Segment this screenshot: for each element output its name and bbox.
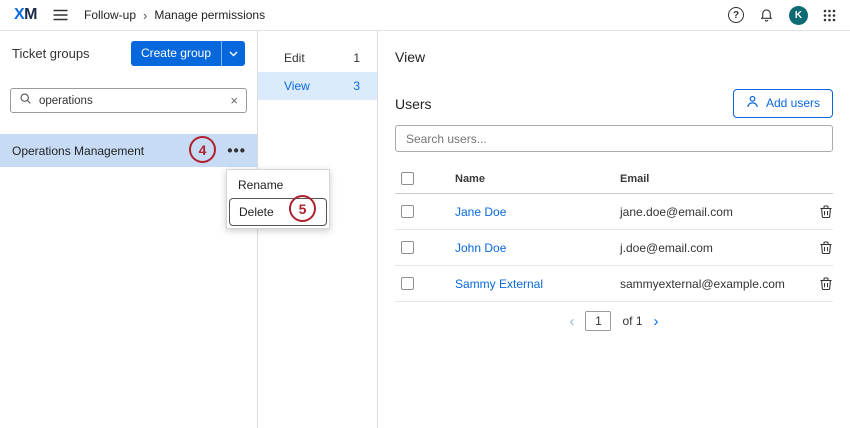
add-user-person-icon [746, 95, 759, 111]
user-email: jane.doe@email.com [620, 204, 733, 219]
group-context-menu: Rename Delete [226, 169, 330, 229]
user-email: j.doe@email.com [620, 240, 713, 255]
trash-icon[interactable] [819, 240, 833, 255]
menu-item-rename[interactable]: Rename [229, 172, 327, 198]
user-name-link[interactable]: John Doe [455, 241, 506, 255]
add-users-label: Add users [765, 96, 820, 110]
top-bar: XM Follow-up › Manage permissions ? K [0, 0, 850, 31]
view-permissions-panel: View Users Add users Name Email [378, 31, 850, 428]
help-icon[interactable]: ? [728, 7, 744, 23]
permission-item-edit[interactable]: Edit 1 [258, 44, 377, 72]
create-group-dropdown-chevron-icon[interactable] [221, 41, 245, 66]
trash-icon[interactable] [819, 204, 833, 219]
email-column-header: Email [620, 172, 650, 185]
page-title: View [395, 49, 426, 65]
row-checkbox[interactable] [401, 241, 414, 254]
app-window: XM Follow-up › Manage permissions ? K Ti… [0, 0, 850, 428]
group-search-input[interactable] [39, 94, 224, 107]
group-more-options-icon[interactable]: ••• [227, 142, 246, 159]
search-icon [19, 92, 32, 110]
users-table: Name Email Jane Doe jane.doe@email.com J… [395, 164, 833, 302]
row-checkbox[interactable] [401, 205, 414, 218]
user-name-link[interactable]: Jane Doe [455, 205, 506, 219]
add-users-button[interactable]: Add users [732, 89, 833, 118]
page-count-label: of 1 [622, 314, 643, 328]
name-column-header: Name [455, 172, 485, 185]
permission-edit-count: 1 [353, 51, 360, 65]
group-search-box: × [10, 88, 247, 113]
ticket-groups-title: Ticket groups [12, 46, 90, 61]
table-row: Sammy External sammyexternal@example.com [395, 266, 833, 302]
group-name: Operations Management [12, 143, 145, 158]
table-row: John Doe j.doe@email.com [395, 230, 833, 266]
breadcrumb-manage-permissions[interactable]: Manage permissions [154, 8, 265, 22]
create-group-button[interactable]: Create group [130, 41, 245, 66]
breadcrumb: Follow-up › Manage permissions [84, 8, 265, 23]
user-avatar[interactable]: K [789, 5, 808, 25]
previous-page-chevron-icon[interactable]: ‹ [569, 313, 574, 330]
annotation-step-5: 5 [289, 195, 316, 222]
pagination: ‹ 1 of 1 › [395, 311, 833, 331]
table-row: Jane Doe jane.doe@email.com [395, 194, 833, 230]
select-all-checkbox[interactable] [401, 172, 414, 185]
permission-edit-label: Edit [284, 51, 305, 65]
create-group-label[interactable]: Create group [130, 41, 221, 66]
permission-item-view[interactable]: View 3 [258, 72, 377, 100]
ticket-groups-panel: Ticket groups Create group × Operations … [0, 31, 258, 428]
users-section-title: Users [395, 95, 432, 112]
breadcrumb-followup[interactable]: Follow-up [84, 8, 136, 22]
notifications-bell-icon[interactable] [759, 8, 774, 23]
users-table-header: Name Email [395, 164, 833, 194]
user-name-link[interactable]: Sammy External [455, 277, 543, 291]
next-page-chevron-icon[interactable]: › [654, 313, 659, 330]
permission-view-count: 3 [353, 79, 360, 93]
permission-type-panel: Edit 1 View 3 [258, 31, 378, 428]
hamburger-menu-icon[interactable] [53, 9, 68, 21]
current-page-input[interactable]: 1 [585, 311, 612, 331]
annotation-step-4: 4 [189, 136, 216, 163]
clear-search-icon[interactable]: × [230, 94, 238, 107]
permission-view-label: View [284, 79, 310, 93]
topbar-actions: ? K [728, 5, 836, 25]
row-checkbox[interactable] [401, 277, 414, 290]
trash-icon[interactable] [819, 276, 833, 291]
users-search-input[interactable] [395, 125, 833, 152]
group-row-operations-management[interactable]: Operations Management ••• [0, 134, 257, 167]
xm-logo: XM [14, 6, 37, 23]
breadcrumb-separator: › [143, 7, 148, 23]
apps-grid-icon[interactable] [823, 9, 836, 22]
user-email: sammyexternal@example.com [620, 276, 785, 291]
